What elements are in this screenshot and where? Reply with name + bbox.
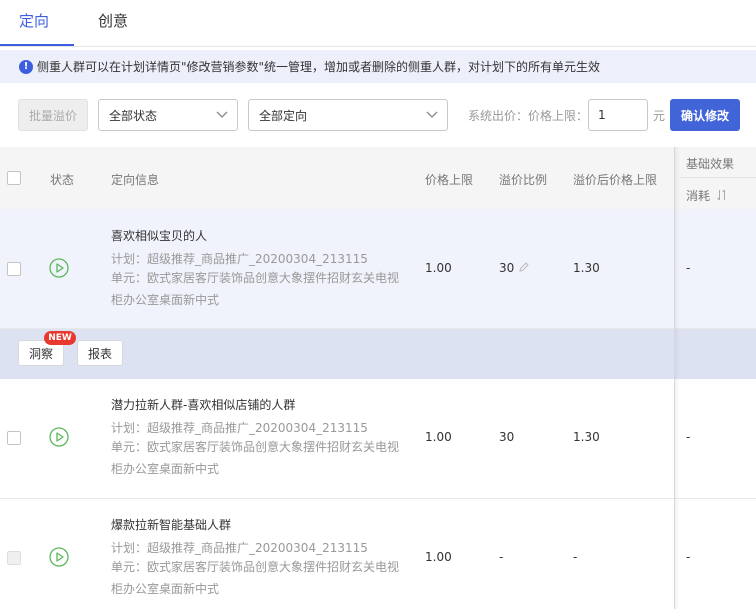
status-select-value: 全部状态	[109, 108, 158, 123]
header-targeting: 定向信息	[111, 173, 160, 187]
new-badge: NEW	[44, 331, 76, 345]
notice-banner: ! 侧重人群可以在计划详情页"修改营销参数"统一管理，增加或者删除的侧重人群，对…	[0, 50, 756, 83]
status-select[interactable]: 全部状态	[98, 99, 238, 131]
premium-ratio-value: 30	[499, 261, 515, 275]
unit-label: 元	[653, 109, 666, 123]
price-limit-cell: 1.00	[425, 261, 452, 275]
targeting-name: 喜欢相似宝贝的人	[111, 229, 208, 243]
table-row: 潜力拉新人群-喜欢相似店铺的人群 计划：超级推荐_商品推广_20200304_2…	[0, 379, 756, 499]
premium-price-cell: -	[573, 550, 578, 564]
premium-ratio-cell: 30	[499, 430, 515, 444]
edit-pencil-icon[interactable]	[518, 261, 530, 273]
chevron-down-icon	[216, 111, 228, 118]
header-price-limit[interactable]: 价格上限	[425, 171, 473, 188]
table-row: 喜欢相似宝贝的人 计划：超级推荐_商品推广_20200304_213115 单元…	[0, 209, 756, 329]
plan-text: 计划：超级推荐_商品推广_20200304_213115	[111, 421, 368, 435]
plan-text: 计划：超级推荐_商品推广_20200304_213115	[111, 541, 368, 555]
header-status: 状态	[50, 173, 75, 187]
premium-price-cell: 1.30	[573, 430, 600, 444]
row-checkbox[interactable]	[7, 551, 21, 565]
report-button[interactable]: 报表	[77, 340, 123, 366]
tab-creative[interactable]: 创意	[98, 10, 128, 31]
header-premium-price[interactable]: 溢价后价格上限	[573, 171, 657, 188]
price-limit-cell: 1.00	[425, 430, 452, 444]
price-limit-input[interactable]	[588, 99, 648, 131]
premium-ratio-cell: -	[499, 550, 504, 564]
table-row: 爆款拉新智能基础人群 计划：超级推荐_商品推广_20200304_213115 …	[0, 499, 756, 609]
cost-cell: -	[686, 261, 691, 275]
notice-text: 侧重人群可以在计划详情页"修改营销参数"统一管理，增加或者删除的侧重人群，对计划…	[37, 60, 601, 74]
frozen-column-shadow	[674, 147, 680, 609]
sort-icon	[716, 189, 725, 201]
play-status-icon[interactable]	[49, 427, 69, 447]
play-status-icon[interactable]	[49, 258, 69, 278]
targeting-name: 爆款拉新智能基础人群	[111, 518, 232, 532]
premium-price-cell: 1.30	[573, 261, 600, 275]
premium-ratio-cell: 30	[499, 261, 530, 275]
header-cost[interactable]: 消耗	[686, 187, 728, 204]
plan-text: 计划：超级推荐_商品推广_20200304_213115	[111, 252, 368, 266]
info-icon: !	[19, 59, 33, 74]
tab-targeting[interactable]: 定向	[19, 10, 49, 31]
targeting-select[interactable]: 全部定向	[248, 99, 448, 131]
unit-text: 单元：欧式家居客厅装饰品创意大象摆件招财玄关电视柜办公室桌面新中式	[111, 560, 400, 596]
system-bid-label: 系统出价：价格上限：	[468, 109, 589, 123]
unit-text: 单元：欧式家居客厅装饰品创意大象摆件招财玄关电视柜办公室桌面新中式	[111, 271, 400, 307]
batch-premium-button[interactable]: 批量溢价	[18, 99, 88, 131]
row-checkbox[interactable]	[7, 262, 21, 276]
header-premium-ratio[interactable]: 溢价比例	[499, 171, 547, 188]
header-cost-label: 消耗	[686, 189, 711, 203]
table-header: 状态 定向信息 价格上限 溢价比例 溢价后价格上限 基础效果 消耗	[0, 147, 756, 209]
cost-cell: -	[686, 430, 691, 444]
targeting-select-value: 全部定向	[259, 108, 308, 123]
play-status-icon[interactable]	[49, 547, 69, 567]
header-divider	[680, 177, 756, 178]
active-tab-indicator	[0, 44, 74, 46]
header-basic-effect: 基础效果	[686, 157, 735, 171]
unit-text: 单元：欧式家居客厅装饰品创意大象摆件招财玄关电视柜办公室桌面新中式	[111, 440, 400, 476]
confirm-modify-button[interactable]: 确认修改	[670, 99, 740, 131]
select-all-checkbox[interactable]	[7, 171, 21, 185]
tab-bar: 定向 创意	[0, 0, 756, 47]
row-checkbox[interactable]	[7, 431, 21, 445]
targeting-name: 潜力拉新人群-喜欢相似店铺的人群	[111, 398, 296, 412]
cost-cell: -	[686, 550, 691, 564]
price-limit-cell: 1.00	[425, 550, 452, 564]
chevron-down-icon	[426, 111, 438, 118]
